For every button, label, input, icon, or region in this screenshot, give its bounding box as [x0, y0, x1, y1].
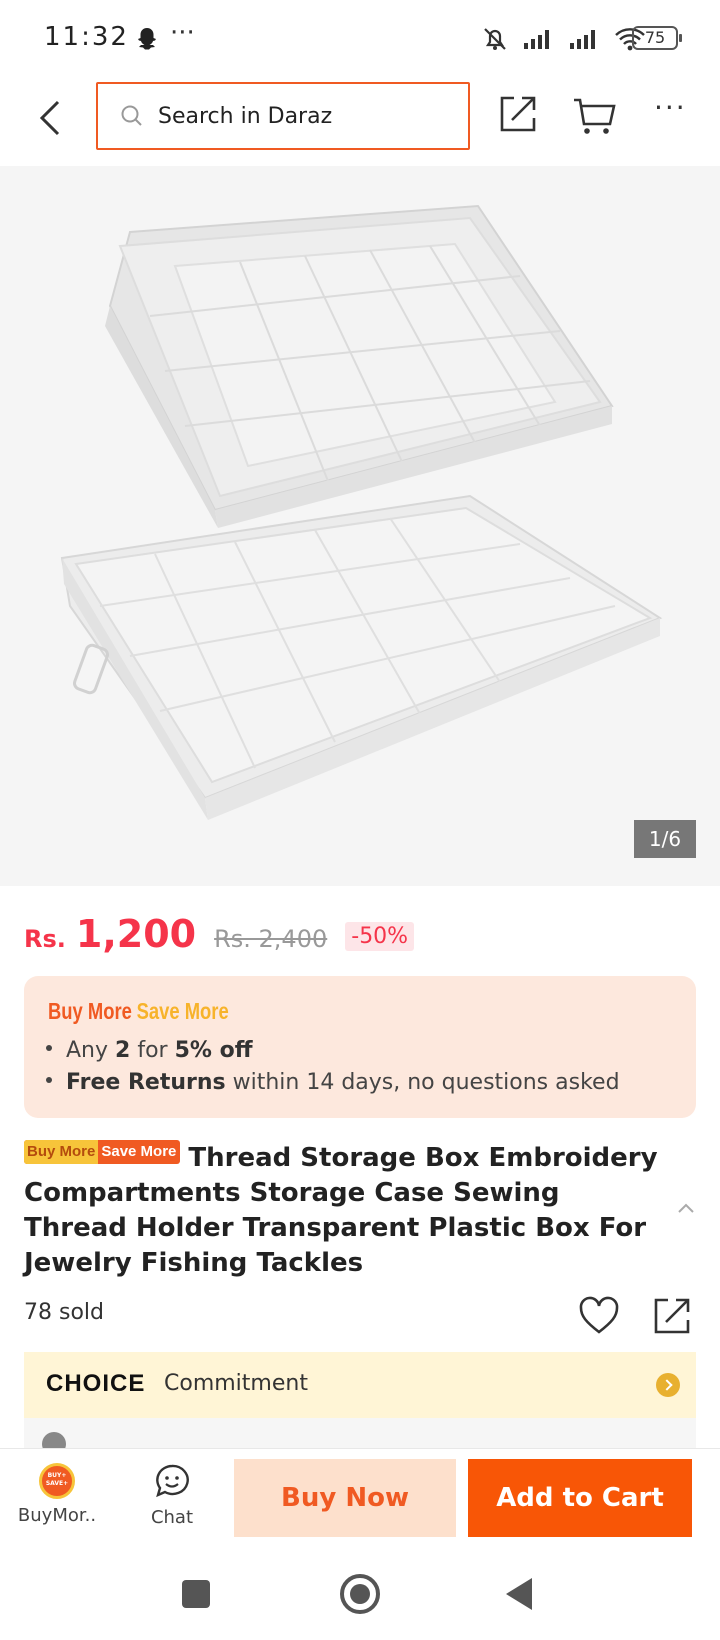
search-input[interactable]	[158, 103, 438, 129]
price-value: 1,200	[75, 912, 197, 956]
system-navigation-bar	[0, 1544, 720, 1640]
add-to-cart-button[interactable]: Add to Cart	[468, 1459, 692, 1537]
search-box[interactable]	[96, 82, 470, 150]
buy-now-button[interactable]: Buy Now	[234, 1459, 456, 1537]
buy-more-save-more-button[interactable]: BuyMor..	[14, 1457, 100, 1537]
product-image	[60, 204, 663, 820]
promo-badge-right: Save More	[136, 998, 229, 1024]
search-icon	[121, 105, 142, 126]
buy-save-icon	[39, 1463, 75, 1499]
chevron-up-icon[interactable]	[676, 1200, 696, 1216]
heart-icon[interactable]	[578, 1296, 620, 1336]
discount-badge: -50%	[345, 922, 415, 951]
signal-icon	[524, 30, 549, 49]
shield-icon	[42, 1432, 66, 1448]
chevron-right-icon[interactable]	[656, 1373, 680, 1397]
share-icon[interactable]	[498, 94, 538, 134]
image-counter: 1/6	[634, 820, 696, 858]
status-more: ···	[170, 18, 195, 48]
share-icon-2[interactable]	[652, 1296, 692, 1336]
chat-label: Chat	[150, 1507, 194, 1528]
buymore-label: BuyMor..	[17, 1505, 97, 1526]
buy-more-save-more-badge: Buy More Save More	[48, 998, 229, 1025]
snapchat-icon	[138, 28, 156, 50]
battery-icon: 75	[632, 26, 682, 50]
more-menu-button[interactable]: ···	[654, 94, 690, 128]
back-arrow-icon[interactable]	[34, 96, 70, 140]
header: ···	[0, 78, 720, 166]
product-title: Buy More Save More Thread Storage Box Embr…	[24, 1140, 664, 1281]
status-bar: 11:32 ··· 75	[0, 0, 720, 78]
bottom-action-bar: BuyMor.. Chat Buy Now Add to Cart	[0, 1448, 720, 1544]
original-price: Rs. 2,400	[214, 925, 328, 953]
price-currency: Rs.	[24, 925, 66, 953]
home-icon[interactable]	[340, 1574, 380, 1614]
storage-box-top	[105, 204, 614, 528]
product-image-gallery[interactable]: 1/6	[0, 166, 720, 886]
price-row: Rs. 1,200 Rs. 2,400 -50%	[24, 912, 415, 962]
back-triangle-icon[interactable]	[506, 1578, 532, 1610]
mute-icon	[484, 28, 506, 50]
storage-box-bottom	[60, 494, 663, 820]
signal-icon-2	[570, 30, 595, 49]
choice-commitment-row[interactable]: CHOICE Commitment	[24, 1352, 696, 1418]
cart-icon[interactable]	[572, 96, 616, 136]
chat-button[interactable]: Chat	[132, 1457, 212, 1537]
recent-apps-icon[interactable]	[182, 1580, 210, 1608]
status-time: 11:32	[44, 22, 129, 52]
chat-icon	[156, 1464, 189, 1498]
promo-box[interactable]: Buy More Save More Any 2 for 5% off Free …	[24, 976, 696, 1118]
sold-count: 78 sold	[24, 1300, 104, 1325]
promo-returns-line: Free Returns within 14 days, no question…	[46, 1070, 620, 1095]
partially-hidden-row	[24, 1418, 696, 1448]
promo-offer-line: Any 2 for 5% off	[46, 1038, 253, 1063]
promo-badge-left: Buy More	[48, 998, 132, 1024]
title-promo-tag: Buy More Save More	[24, 1140, 181, 1164]
choice-logo: CHOICE	[46, 1370, 146, 1397]
choice-commitment-text: Commitment	[164, 1371, 308, 1396]
status-icons	[480, 24, 646, 54]
